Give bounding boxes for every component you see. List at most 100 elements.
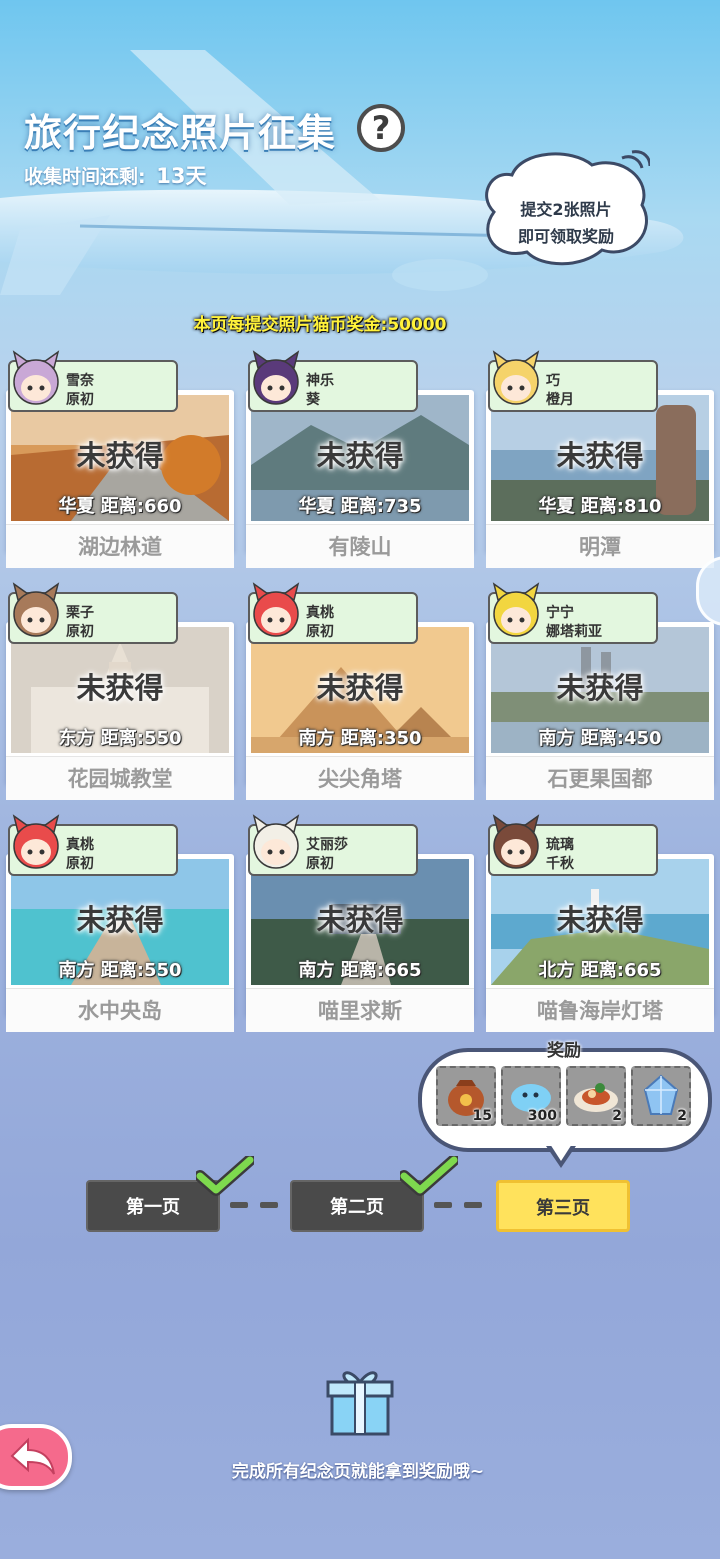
character-variant: 橙月	[546, 392, 574, 408]
photo-card[interactable]: 未获得 南方 距离:550 水中央岛 真桃 原初	[6, 814, 234, 1034]
region-label: 华夏	[538, 496, 575, 517]
character-variant: 千秋	[546, 856, 574, 872]
reward-count: 2	[612, 1108, 622, 1124]
location-photo: 未获得南方 距离:350	[251, 627, 469, 753]
page-divider	[230, 1202, 248, 1208]
character-avatar-icon	[8, 814, 64, 874]
distance-label: 南方 距离:450	[491, 724, 709, 750]
region-label: 华夏	[58, 496, 95, 517]
speech-bubble-text: 提交2张照片 即可领取奖励	[482, 196, 650, 250]
region-label: 南方	[58, 960, 95, 981]
location-name: 明潭	[486, 524, 714, 568]
distance-value: 距离:350	[340, 728, 422, 749]
character-variant: 娜塔莉亚	[546, 624, 602, 640]
locked-label: 未获得	[76, 671, 164, 705]
game-screen: 旅行纪念照片征集 ? 收集时间还剩: 13天 提交2张照片 即可领取奖励 本页每…	[0, 0, 720, 1559]
photo-card[interactable]: 未获得 南方 距离:665 喵里求斯 艾丽莎 原初	[246, 814, 474, 1034]
region-label: 南方	[538, 728, 575, 749]
location-photo: 未获得南方 距离:550	[11, 859, 229, 985]
rewards-title: 奖励	[547, 1041, 581, 1061]
page-divider	[260, 1202, 278, 1208]
character-avatar-icon	[248, 350, 304, 410]
character-avatar-icon	[488, 814, 544, 874]
character-variant: 原初	[306, 856, 334, 872]
distance-label: 华夏 距离:810	[491, 492, 709, 518]
reward-item[interactable]: 2	[566, 1066, 626, 1126]
character-variant: 葵	[306, 392, 320, 408]
help-button[interactable]: ?	[357, 104, 405, 152]
character-name: 宁宁	[546, 605, 574, 621]
reward-item[interactable]: 2	[631, 1066, 691, 1126]
locked-label: 未获得	[316, 903, 404, 937]
character-name: 神乐	[306, 373, 334, 389]
reward-count: 300	[527, 1108, 557, 1124]
character-name: 真桃	[306, 605, 334, 621]
location-photo: 未获得 华夏 距离:735	[251, 395, 469, 521]
back-button[interactable]	[0, 1424, 72, 1490]
region-label: 北方	[538, 960, 575, 981]
locked-label: 未获得	[76, 903, 164, 937]
location-photo: 未获得南方 距离:450	[491, 627, 709, 753]
distance-label: 东方 距离:550	[11, 724, 229, 750]
photo-card[interactable]: 未获得 南方 距离:450 石更果国都 宁宁 娜塔莉亚	[486, 582, 714, 802]
region-label: 南方	[298, 728, 335, 749]
region-label: 东方	[58, 728, 95, 749]
character-variant: 原初	[66, 392, 94, 408]
bonus-text: 本页每提交照片猫币奖金:50000	[193, 315, 447, 335]
character-avatar-icon	[248, 814, 304, 874]
character-name: 雪奈	[66, 373, 94, 389]
locked-label: 未获得	[76, 439, 164, 473]
locked-label: 未获得	[316, 671, 404, 705]
page-divider	[434, 1202, 452, 1208]
page-divider	[464, 1202, 482, 1208]
location-photo: 未获得东方 距离:550	[11, 627, 229, 753]
locked-label: 未获得	[556, 439, 644, 473]
character-name: 栗子	[66, 605, 94, 621]
photo-card[interactable]: 未获得 南方 距离:350 尖尖角塔 真桃 原初	[246, 582, 474, 802]
location-name: 花园城教堂	[6, 756, 234, 800]
distance-label: 南方 距离:550	[11, 956, 229, 982]
locked-label: 未获得	[556, 671, 644, 705]
question-icon: ?	[371, 109, 391, 147]
distance-value: 距离:660	[100, 496, 182, 517]
photo-card[interactable]: 未获得华夏 距离:660 湖边林道 雪奈原初	[6, 350, 234, 570]
character-name: 巧	[546, 373, 560, 389]
location-name: 喵里求斯	[246, 988, 474, 1032]
page-3-button[interactable]: 第三页	[496, 1180, 630, 1232]
distance-value: 距离:665	[340, 960, 422, 981]
distance-value: 距离:735	[340, 496, 422, 517]
character-name: 真桃	[66, 837, 94, 853]
gift-box-icon[interactable]	[322, 1364, 398, 1440]
location-name: 湖边林道	[6, 524, 234, 568]
photo-card[interactable]: 未获得 华夏 距离:810 明潭巧橙月	[486, 350, 714, 570]
speech-line-1: 提交2张照片	[520, 200, 612, 219]
checkmark-icon	[196, 1156, 254, 1196]
region-label: 华夏	[298, 496, 335, 517]
character-avatar-icon	[8, 350, 64, 410]
reward-item[interactable]: 15	[436, 1066, 496, 1126]
back-arrow-icon	[10, 1437, 55, 1475]
location-name: 水中央岛	[6, 988, 234, 1032]
timer-label: 收集时间还剩:	[24, 166, 146, 188]
photo-card[interactable]: 未获得 东方 距离:550 花园城教堂 栗子 原初	[6, 582, 234, 802]
distance-value: 距离:810	[580, 496, 662, 517]
distance-value: 距离:665	[580, 960, 662, 981]
distance-value: 距离:450	[580, 728, 662, 749]
location-photo: 未获得华夏 距离:810	[491, 395, 709, 521]
timer-value: 13天	[156, 164, 207, 188]
event-title: 旅行纪念照片征集	[24, 111, 337, 155]
location-name: 尖尖角塔	[246, 756, 474, 800]
location-name: 喵鲁海岸灯塔	[486, 988, 714, 1032]
location-name: 有陵山	[246, 524, 474, 568]
distance-label: 南方 距离:350	[251, 724, 469, 750]
photo-card[interactable]: 未获得 华夏 距离:735 有陵山 神乐葵	[246, 350, 474, 570]
speech-line-2: 即可领取奖励	[517, 227, 614, 246]
distance-label: 北方 距离:665	[491, 956, 709, 982]
character-avatar-icon	[8, 582, 64, 642]
rewards-pointer-inner	[550, 1144, 572, 1161]
photo-card[interactable]: 未获得 北方 距离:665 喵鲁海岸灯塔 琉璃 千秋	[486, 814, 714, 1034]
character-variant: 原初	[306, 624, 334, 640]
reward-item[interactable]: 300	[501, 1066, 561, 1126]
distance-label: 华夏 距离:660	[11, 492, 229, 518]
region-label: 南方	[298, 960, 335, 981]
